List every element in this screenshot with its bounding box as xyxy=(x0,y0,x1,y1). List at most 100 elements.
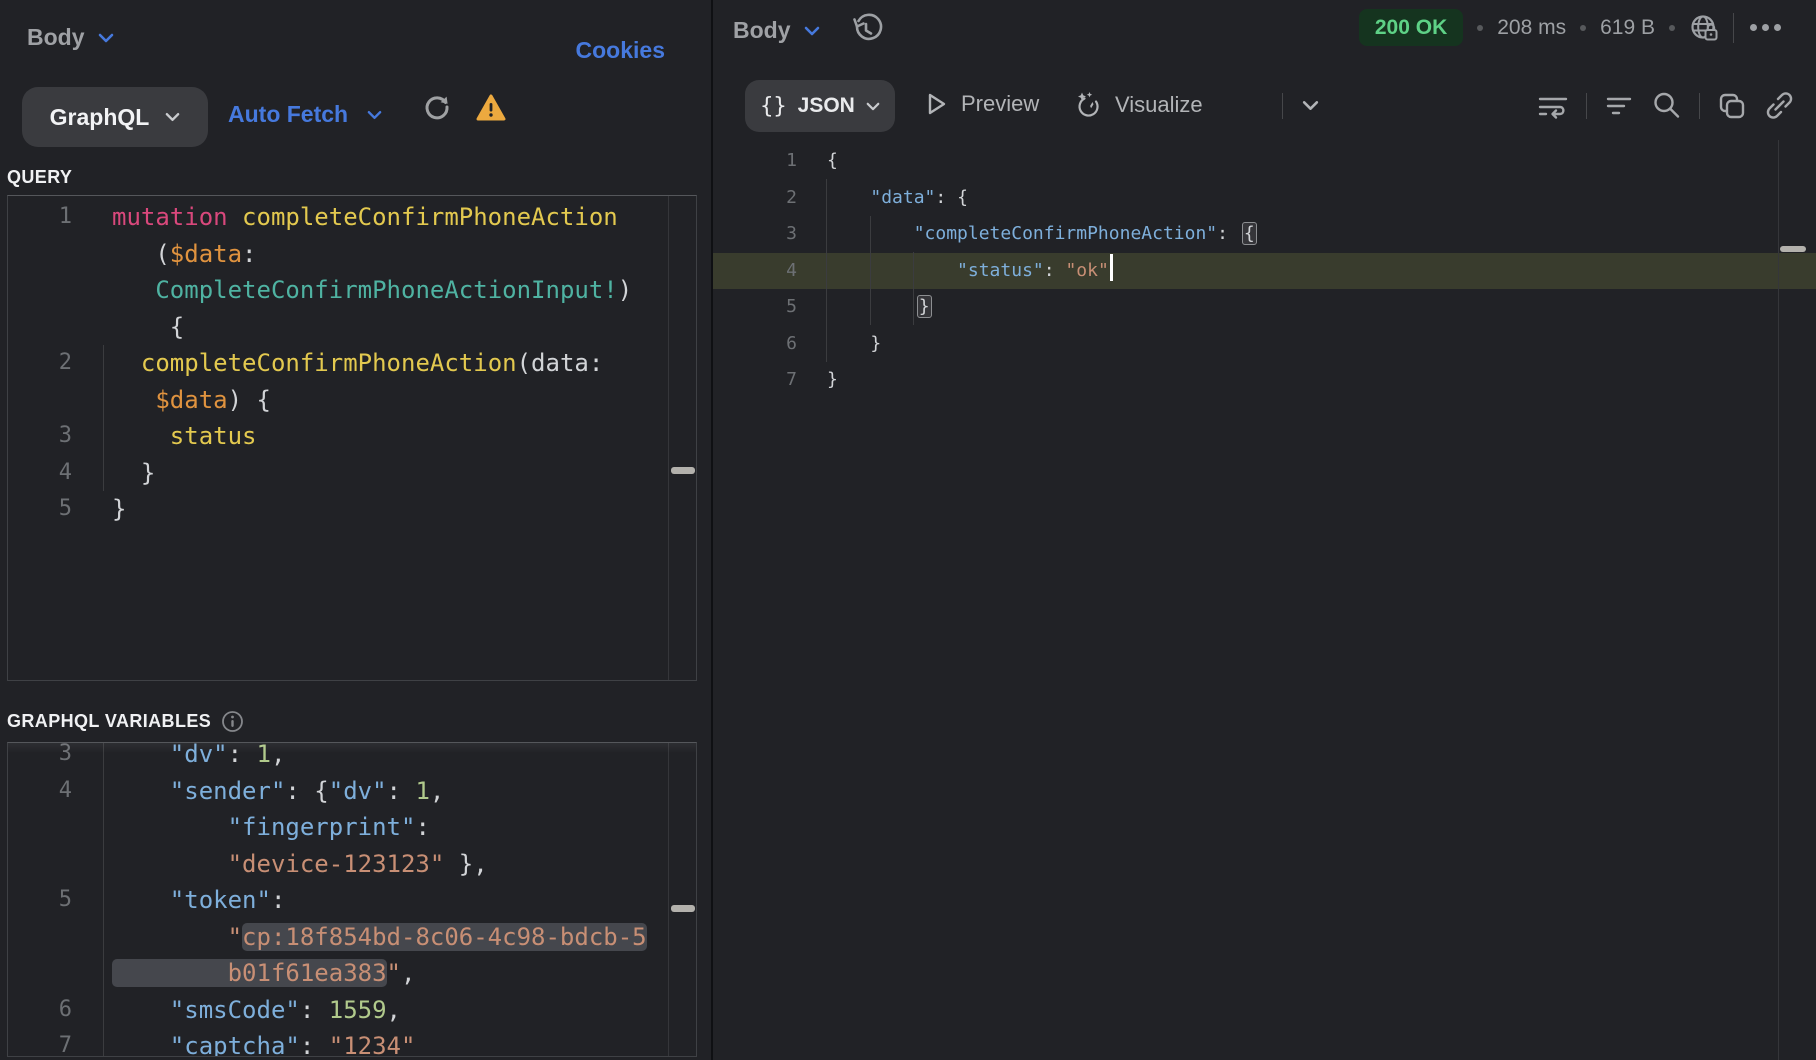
search-icon[interactable] xyxy=(1651,90,1682,121)
code-line[interactable]: 6 } xyxy=(713,326,1816,363)
code-text: status xyxy=(72,418,257,455)
chevron-down-icon xyxy=(804,26,820,36)
line-number: 3 xyxy=(8,742,72,773)
code-line[interactable]: 6 "smsCode": 1559, xyxy=(8,992,696,1029)
format-label: JSON xyxy=(798,94,855,118)
line-number: 2 xyxy=(8,345,72,382)
line-number: 4 xyxy=(8,773,72,810)
line-number: 3 xyxy=(8,418,72,455)
request-body-dropdown[interactable]: Body xyxy=(27,24,114,51)
code-text: "device-123123" }, xyxy=(72,846,488,883)
divider xyxy=(1733,13,1734,43)
scrollbar-track xyxy=(668,196,669,680)
word-wrap-icon[interactable] xyxy=(1537,92,1569,120)
code-line[interactable]: 1mutation completeConfirmPhoneAction xyxy=(8,199,696,236)
line-number: 5 xyxy=(713,289,797,326)
code-line[interactable]: 4 } xyxy=(8,455,696,492)
auto-fetch-label: Auto Fetch xyxy=(228,101,348,128)
code-text: CompleteConfirmPhoneActionInput!) xyxy=(72,272,632,309)
text-caret xyxy=(1110,254,1113,281)
line-number: 6 xyxy=(8,992,72,1029)
cookies-link[interactable]: Cookies xyxy=(576,37,665,64)
response-tools xyxy=(1537,90,1795,121)
play-icon xyxy=(925,91,949,117)
code-text: "dv": 1, xyxy=(72,742,285,773)
response-body-label: Body xyxy=(733,17,791,44)
code-line[interactable]: { xyxy=(8,309,696,346)
code-text: "completeConfirmPhoneAction": { xyxy=(797,216,1257,253)
warning-icon xyxy=(476,94,506,122)
info-icon[interactable] xyxy=(221,710,244,733)
code-text: } xyxy=(797,362,838,399)
chevron-down-icon xyxy=(165,112,180,122)
line-number: 1 xyxy=(713,143,797,180)
code-text: completeConfirmPhoneAction(data: xyxy=(72,345,603,382)
code-line[interactable]: 7} xyxy=(713,362,1816,399)
code-line[interactable]: 5} xyxy=(8,491,696,528)
refresh-schema-button[interactable] xyxy=(423,93,451,121)
response-body-editor[interactable]: 1{2 "data": {3 "completeConfirmPhoneActi… xyxy=(713,130,1816,1060)
code-line[interactable]: 5 "token": xyxy=(8,882,696,919)
response-pane: Body 200 OK 208 ms 619 B xyxy=(713,0,1816,1060)
code-text: "cp:18f854bd-8c06-4c98-bdcb-5 xyxy=(72,919,647,956)
scrollbar-thumb[interactable] xyxy=(671,905,695,912)
auto-fetch-dropdown[interactable]: Auto Fetch xyxy=(228,101,382,128)
code-line[interactable]: 4 "status": "ok" xyxy=(713,253,1816,290)
code-line[interactable]: 3 "completeConfirmPhoneAction": { xyxy=(713,216,1816,253)
filter-icon[interactable] xyxy=(1604,93,1634,119)
code-line[interactable]: 2 completeConfirmPhoneAction(data: xyxy=(8,345,696,382)
divider xyxy=(1699,93,1700,119)
scrollbar-thumb[interactable] xyxy=(1780,246,1806,252)
body-type-dropdown[interactable]: GraphQL xyxy=(22,87,208,147)
code-line[interactable]: "device-123123" }, xyxy=(8,846,696,883)
code-text: { xyxy=(72,309,184,346)
response-history-button[interactable] xyxy=(849,13,883,47)
chevron-down-icon xyxy=(98,33,114,43)
code-text: } xyxy=(72,491,126,528)
code-line[interactable]: 3 status xyxy=(8,418,696,455)
line-number: 5 xyxy=(8,882,72,919)
code-text: ($data: xyxy=(72,236,257,273)
code-line[interactable]: 7 "captcha": "1234" xyxy=(8,1028,696,1057)
indent-guide xyxy=(913,252,914,325)
braces-icon: {} xyxy=(760,94,787,119)
code-text: mutation completeConfirmPhoneAction xyxy=(72,199,618,236)
copy-icon[interactable] xyxy=(1717,91,1747,121)
scrollbar-thumb[interactable] xyxy=(671,467,695,474)
more-views-dropdown[interactable] xyxy=(1302,100,1319,111)
code-line[interactable]: 5 } xyxy=(713,289,1816,326)
code-line[interactable]: 2 "data": { xyxy=(713,180,1816,217)
code-line[interactable]: 4 "sender": {"dv": 1, xyxy=(8,773,696,810)
graphql-query-editor[interactable]: 1mutation completeConfirmPhoneAction ($d… xyxy=(7,195,697,681)
divider xyxy=(1586,93,1587,119)
query-code-rows: 1mutation completeConfirmPhoneAction ($d… xyxy=(8,199,696,528)
code-line[interactable]: 1{ xyxy=(713,143,1816,180)
response-meta-row: 200 OK 208 ms 619 B xyxy=(1359,9,1783,46)
code-line[interactable]: "fingerprint": xyxy=(8,809,696,846)
code-line[interactable]: $data) { xyxy=(8,382,696,419)
visualize-button[interactable]: Visualize xyxy=(1075,91,1203,119)
more-options-button[interactable] xyxy=(1748,20,1783,35)
response-format-dropdown[interactable]: {} JSON xyxy=(745,80,895,132)
variables-code-rows: 3 "dv": 1,4 "sender": {"dv": 1, "fingerp… xyxy=(8,742,696,1057)
response-body-dropdown[interactable]: Body xyxy=(733,17,820,44)
chevron-down-icon xyxy=(866,102,880,111)
request-pane: Body Cookies GraphQL Auto Fetch xyxy=(0,0,711,1060)
divider xyxy=(1282,93,1283,119)
graphql-variables-editor[interactable]: 3 "dv": 1,4 "sender": {"dv": 1, "fingerp… xyxy=(7,742,697,1057)
link-icon[interactable] xyxy=(1764,90,1795,121)
preview-button[interactable]: Preview xyxy=(925,91,1039,117)
line-number: 1 xyxy=(8,199,72,236)
code-line[interactable]: ($data: xyxy=(8,236,696,273)
code-text: } xyxy=(72,455,155,492)
code-line[interactable]: CompleteConfirmPhoneActionInput!) xyxy=(8,272,696,309)
response-toolbar: {} JSON Preview Visualize xyxy=(713,80,1816,132)
code-text: "captcha": "1234" xyxy=(72,1028,415,1057)
response-code-rows: 1{2 "data": {3 "completeConfirmPhoneActi… xyxy=(713,143,1816,399)
status-badge: 200 OK xyxy=(1359,9,1463,46)
code-line[interactable]: 3 "dv": 1, xyxy=(8,742,696,773)
code-line[interactable]: b01f61ea383", xyxy=(8,955,696,992)
schema-warning-button[interactable] xyxy=(476,94,506,122)
code-text: "token": xyxy=(72,882,285,919)
code-line[interactable]: "cp:18f854bd-8c06-4c98-bdcb-5 xyxy=(8,919,696,956)
